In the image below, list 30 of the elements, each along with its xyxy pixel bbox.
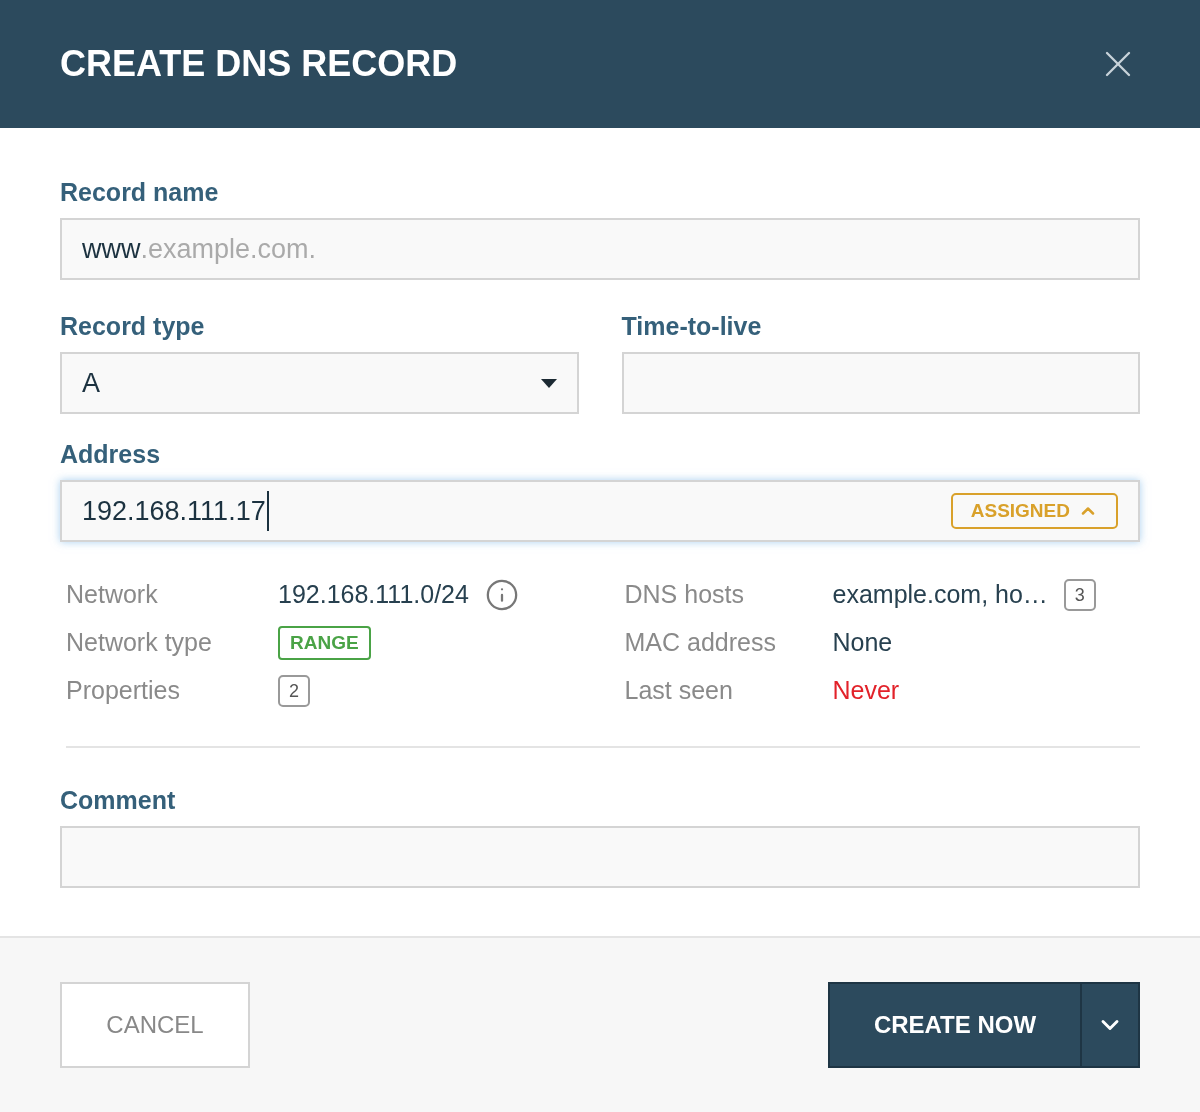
domain-suffix: .example.com. bbox=[140, 232, 317, 266]
comment-field[interactable] bbox=[60, 826, 1140, 888]
detail-label: Network type bbox=[66, 627, 213, 659]
address-field[interactable]: 192.168.111.17 ASSIGNED bbox=[60, 480, 1140, 542]
field-label: Address bbox=[60, 442, 162, 467]
detail-label: MAC address bbox=[624, 627, 777, 659]
detail-label: DNS hosts bbox=[624, 579, 745, 611]
count-badge: 3 bbox=[1063, 579, 1096, 611]
dialog-title: CREATE DNS RECORD bbox=[60, 42, 458, 86]
count-badge: 2 bbox=[278, 675, 310, 707]
detail-value: Never bbox=[832, 675, 900, 707]
detail-label: Last seen bbox=[624, 675, 734, 707]
detail-value: example.com, ho… bbox=[832, 579, 1048, 611]
cancel-button[interactable]: CANCEL bbox=[60, 982, 250, 1068]
field-label: Record type bbox=[60, 314, 206, 339]
detail-value: None bbox=[832, 627, 893, 659]
field-label: Time-to-live bbox=[621, 314, 763, 339]
record-type-select[interactable]: A bbox=[60, 352, 579, 414]
detail-label: Properties bbox=[66, 675, 181, 707]
create-now-button[interactable]: CREATE NOW bbox=[830, 984, 1082, 1066]
network-type-tag: RANGE bbox=[278, 626, 371, 660]
detail-value: 192.168.111.0/24 bbox=[278, 579, 469, 611]
field-value: www bbox=[82, 232, 141, 266]
dropdown-caret-icon bbox=[540, 378, 557, 388]
field-label: Record name bbox=[60, 180, 220, 205]
info-icon[interactable] bbox=[484, 578, 519, 612]
record-name-field[interactable]: www.example.com. bbox=[60, 218, 1140, 280]
detail-label: Network bbox=[66, 579, 159, 611]
ttl-field[interactable] bbox=[621, 352, 1140, 414]
field-label: Comment bbox=[60, 788, 177, 813]
